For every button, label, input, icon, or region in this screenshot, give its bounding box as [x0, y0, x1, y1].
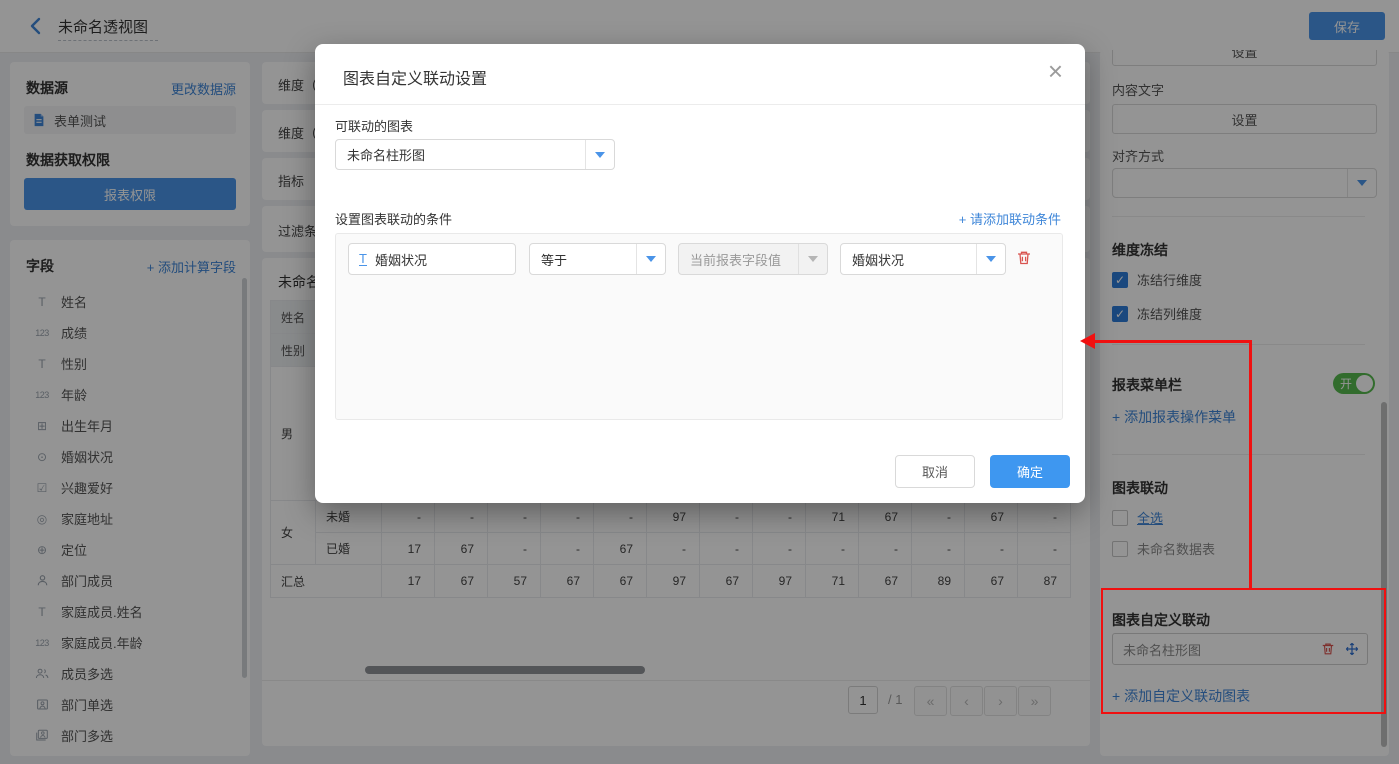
linkable-chart-select[interactable]: 未命名柱形图	[335, 139, 615, 170]
conditions-container: T 婚姻状况 等于 当前报表字段值 婚姻状况	[335, 233, 1063, 420]
cancel-button[interactable]: 取消	[895, 455, 975, 488]
text-field-icon: T	[359, 252, 367, 267]
chart-linkage-modal: 图表自定义联动设置 × 可联动的图表 未命名柱形图 设置图表联动的条件 + 请添…	[315, 44, 1085, 503]
condition-field-input[interactable]: T 婚姻状况	[348, 243, 516, 275]
condition-section-label: 设置图表联动的条件	[335, 209, 452, 228]
condition-value-select[interactable]: 婚姻状况	[840, 243, 1006, 275]
linkable-chart-label: 可联动的图表	[335, 116, 413, 135]
annotation-highlight-box	[1101, 588, 1386, 714]
modal-title: 图表自定义联动设置	[343, 65, 487, 89]
chevron-down-icon	[976, 244, 1005, 274]
annotation-arrow-hline	[1094, 340, 1252, 343]
annotation-arrowhead	[1080, 333, 1095, 349]
delete-condition-icon[interactable]	[1016, 250, 1032, 266]
add-condition-link[interactable]: + 请添加联动条件	[959, 209, 1061, 228]
linkable-chart-value: 未命名柱形图	[336, 145, 614, 164]
condition-field-value: 婚姻状况	[367, 250, 515, 269]
chevron-down-icon	[798, 244, 827, 274]
condition-operator-select[interactable]: 等于	[529, 243, 666, 275]
chevron-down-icon	[585, 140, 614, 169]
condition-value-type-select[interactable]: 当前报表字段值	[678, 243, 828, 275]
close-icon[interactable]: ×	[1048, 58, 1063, 84]
ok-button[interactable]: 确定	[990, 455, 1070, 488]
chevron-down-icon	[636, 244, 665, 274]
annotation-arrow-vline	[1249, 342, 1252, 590]
